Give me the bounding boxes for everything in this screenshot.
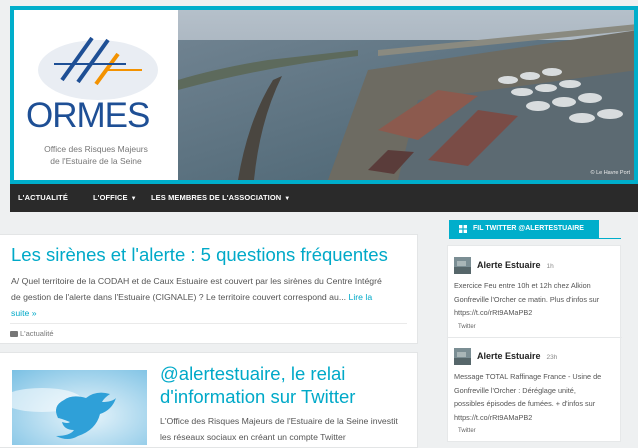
divider bbox=[448, 337, 622, 338]
post-category: L'actualité bbox=[10, 329, 54, 338]
logo-wordmark: ORMES bbox=[26, 96, 150, 135]
post-excerpt-line: les réseaux sociaux en créant un compte … bbox=[160, 432, 346, 442]
nav-item-label: L'OFFICE bbox=[93, 193, 128, 202]
tweet-text-line: possibles épisodes de fumées. + d'infos … bbox=[454, 399, 596, 409]
avatar-image bbox=[454, 257, 471, 274]
tweet-avatar[interactable] bbox=[454, 257, 471, 274]
nav-item-membres[interactable]: LES MEMBRES DE L'ASSOCIATION ▼ bbox=[151, 193, 290, 202]
caret-down-icon: ▼ bbox=[130, 196, 137, 202]
divider bbox=[10, 323, 407, 324]
tweet-source: Twitter bbox=[458, 324, 476, 330]
post-excerpt: L'Office des Risques Majeurs de l'Estuai… bbox=[160, 413, 416, 445]
read-more-link[interactable]: suite » bbox=[11, 305, 411, 321]
twitter-bird-image[interactable] bbox=[12, 370, 147, 445]
tweet-text-line: Gonfreville l'Orcher ce matin. Plus d'in… bbox=[454, 294, 600, 304]
port-aerial-banner: © Le Havre Port bbox=[178, 10, 634, 180]
heading-underline bbox=[449, 238, 621, 239]
nav-item-office[interactable]: L'OFFICE ▼ bbox=[93, 193, 137, 202]
nav-item-label: LES MEMBRES DE L'ASSOCIATION bbox=[151, 193, 282, 202]
folder-icon bbox=[10, 330, 18, 337]
logo-subtitle-line1: Office des Risques Majeurs bbox=[44, 144, 148, 154]
post-title-link[interactable]: Les sirènes et l'alerte : 5 questions fr… bbox=[11, 243, 388, 266]
tweet-text-line: Gonfreville l'Orcher : Déréglage unité, bbox=[454, 385, 576, 395]
ormes-logo[interactable]: ORMES Office des Risques Majeurs de l'Es… bbox=[14, 10, 178, 180]
post-card-twitter: @alertestuaire, le relai d'information s… bbox=[0, 352, 418, 448]
logo-mark-icon bbox=[38, 36, 158, 100]
post-excerpt: A/ Quel territoire de la CODAH et de Cau… bbox=[11, 273, 411, 321]
caret-down-icon: ▼ bbox=[284, 196, 291, 202]
tweet-link[interactable]: https://t.co/rRt9AMaPB2 bbox=[454, 306, 620, 320]
post-title-link[interactable]: d'information sur Twitter bbox=[160, 385, 355, 408]
category-link[interactable]: L'actualité bbox=[20, 329, 54, 338]
banner-credit: © Le Havre Port bbox=[590, 170, 630, 176]
twitter-bird-icon bbox=[12, 370, 147, 445]
tweet-time[interactable]: 23h bbox=[547, 354, 558, 361]
main-nav: L'ACTUALITÉ L'OFFICE ▼ LES MEMBRES DE L'A… bbox=[10, 184, 638, 212]
post-excerpt-line: L'Office des Risques Majeurs de l'Estuai… bbox=[160, 416, 398, 426]
tweet-avatar[interactable] bbox=[454, 348, 471, 365]
tweet-link[interactable]: https://t.co/rRt9AMaPB2 bbox=[454, 411, 620, 425]
post-excerpt-line: A/ Quel territoire de la CODAH et de Cau… bbox=[11, 276, 382, 286]
nav-item-actualite[interactable]: L'ACTUALITÉ bbox=[18, 193, 68, 202]
page: ORMES Office des Risques Majeurs de l'Es… bbox=[0, 0, 638, 448]
tweet-author[interactable]: Alerte Estuaire 1h bbox=[477, 260, 554, 270]
post-excerpt-line: de gestion de l'alerte dans l'Estuaire (… bbox=[11, 292, 347, 302]
tweet-text-line: Exercice Feu entre 10h et 12h chez Alkio… bbox=[454, 281, 591, 290]
avatar-image bbox=[454, 348, 471, 365]
tweet-time[interactable]: 1h bbox=[547, 263, 554, 270]
twitter-feed: Alerte Estuaire 1h Exercice Feu entre 10h… bbox=[447, 245, 622, 442]
tweet-text: Exercice Feu entre 10h et 12h chez Alkio… bbox=[454, 279, 620, 320]
twitter-feed-title: FIL TWITTER @ALERTESTUAIRE bbox=[473, 225, 584, 232]
tweet-source: Twitter bbox=[458, 428, 476, 434]
tweet-text: Message TOTAL Raffinage France - Usine d… bbox=[454, 370, 620, 424]
tweet-author-name: Alerte Estuaire bbox=[477, 260, 541, 270]
post-title-link[interactable]: @alertestuaire, le relai bbox=[160, 362, 345, 385]
grid-icon bbox=[459, 225, 467, 233]
site-header: ORMES Office des Risques Majeurs de l'Es… bbox=[10, 6, 638, 184]
logo-subtitle-line2: de l'Estuaire de la Seine bbox=[50, 156, 142, 166]
tweet-author-name: Alerte Estuaire bbox=[477, 351, 541, 361]
port-aerial-image bbox=[178, 10, 634, 180]
read-more-link[interactable]: Lire la bbox=[348, 292, 372, 302]
nav-item-label: L'ACTUALITÉ bbox=[18, 193, 68, 202]
post-card-sirenes: Les sirènes et l'alerte : 5 questions fr… bbox=[0, 234, 418, 344]
twitter-feed-heading: FIL TWITTER @ALERTESTUAIRE bbox=[449, 220, 599, 238]
tweet-text-line: Message TOTAL Raffinage France - Usine d… bbox=[454, 372, 602, 381]
tweet-author[interactable]: Alerte Estuaire 23h bbox=[477, 351, 557, 361]
